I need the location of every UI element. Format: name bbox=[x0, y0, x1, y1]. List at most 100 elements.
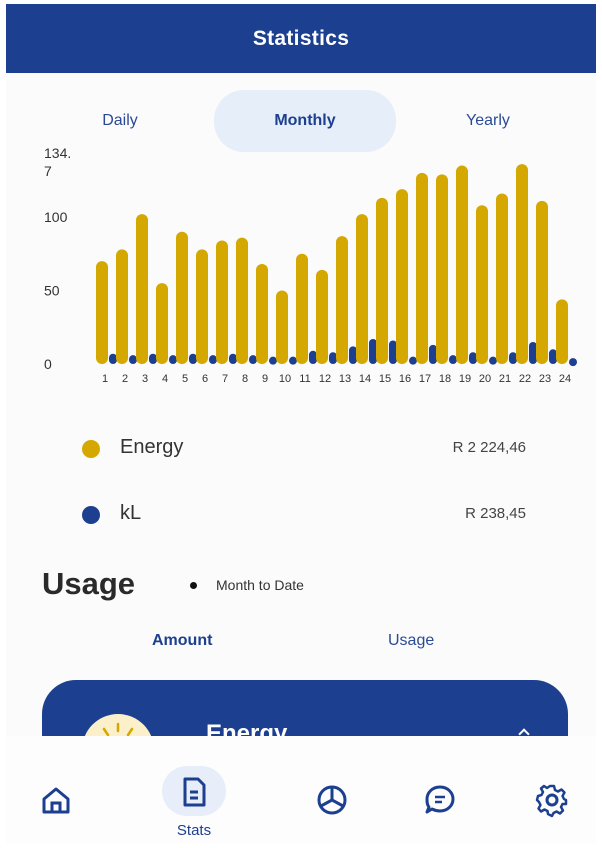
app-header: Statistics bbox=[6, 4, 596, 73]
kl-bar bbox=[149, 353, 157, 364]
x-tick-label: 8 bbox=[242, 373, 248, 385]
app-screen: Statistics Daily Monthly Yearly 0 50 100 13… bbox=[6, 4, 596, 844]
kl-bar bbox=[289, 356, 297, 365]
kl-bar bbox=[269, 356, 277, 365]
kl-bar bbox=[249, 355, 257, 364]
energy-bar bbox=[96, 261, 108, 364]
x-tick-label: 18 bbox=[439, 373, 451, 385]
period-tabs: Daily Monthly Yearly bbox=[6, 90, 596, 152]
energy-bar bbox=[336, 236, 348, 364]
kl-bar bbox=[409, 356, 417, 365]
nav-stats[interactable]: Stats bbox=[162, 736, 226, 844]
energy-bar bbox=[276, 290, 288, 364]
kl-bar bbox=[209, 355, 217, 364]
x-tick-label: 20 bbox=[479, 373, 491, 385]
x-tick-label: 16 bbox=[399, 373, 411, 385]
x-tick-label: 4 bbox=[162, 373, 168, 385]
nav-home[interactable] bbox=[26, 736, 86, 844]
kl-bar bbox=[329, 352, 337, 364]
energy-bar bbox=[256, 264, 268, 364]
gear-icon bbox=[535, 784, 568, 818]
legend-energy-label: Energy bbox=[120, 436, 184, 458]
kl-bar bbox=[109, 353, 117, 364]
kl-bar bbox=[389, 340, 397, 364]
energy-bar bbox=[136, 214, 148, 364]
usage-subtitle: Month to Date bbox=[216, 577, 304, 593]
kl-dot bbox=[82, 506, 100, 524]
energy-bar bbox=[316, 269, 328, 364]
kl-bar bbox=[349, 346, 357, 364]
energy-bar bbox=[536, 200, 548, 364]
energy-bar bbox=[376, 197, 388, 364]
chat-icon bbox=[425, 785, 455, 814]
y-tick-label: 100 bbox=[44, 209, 68, 225]
nav-analytics[interactable] bbox=[302, 736, 362, 844]
energy-bar bbox=[556, 299, 568, 364]
tab-daily[interactable]: Daily bbox=[62, 90, 178, 152]
kl-bar bbox=[509, 352, 517, 364]
energy-bar bbox=[436, 174, 448, 364]
x-tick-label: 15 bbox=[379, 373, 391, 385]
energy-bar bbox=[236, 237, 248, 364]
kl-bar bbox=[489, 356, 497, 365]
energy-dot bbox=[82, 440, 100, 458]
x-tick-label: 13 bbox=[339, 373, 351, 385]
pie-chart-icon bbox=[317, 785, 347, 815]
y-tick-label: 50 bbox=[44, 283, 60, 299]
x-tick-label: 5 bbox=[182, 373, 188, 385]
energy-bar bbox=[496, 193, 508, 364]
subtab-amount[interactable]: Amount bbox=[152, 632, 212, 650]
energy-bar bbox=[476, 205, 488, 364]
x-tick-label: 19 bbox=[459, 373, 471, 385]
x-tick-label: 10 bbox=[279, 373, 291, 385]
energy-bar bbox=[176, 231, 188, 364]
x-tick-label: 24 bbox=[559, 373, 571, 385]
tab-monthly[interactable]: Monthly bbox=[214, 90, 396, 152]
energy-bar bbox=[516, 164, 528, 364]
energy-bar bbox=[156, 283, 168, 364]
usage-heading: Usage bbox=[42, 566, 136, 601]
energy-bar bbox=[416, 172, 428, 364]
kl-bar bbox=[549, 349, 557, 364]
x-tick-label: 2 bbox=[122, 373, 128, 385]
y-tick-label: 0 bbox=[44, 356, 52, 372]
kl-bar bbox=[529, 341, 537, 364]
kl-bar bbox=[229, 353, 237, 364]
x-tick-label: 12 bbox=[319, 373, 331, 385]
x-tick-label: 1 bbox=[102, 373, 108, 385]
x-tick-label: 6 bbox=[202, 373, 208, 385]
x-tick-label: 22 bbox=[519, 373, 531, 385]
page-title: Statistics bbox=[252, 26, 350, 50]
bullet-dot bbox=[190, 582, 197, 589]
document-icon bbox=[183, 777, 206, 807]
energy-bar bbox=[396, 189, 408, 364]
x-tick-label: 23 bbox=[539, 373, 551, 385]
x-tick-label: 14 bbox=[359, 373, 371, 385]
nav-stats-label: Stats bbox=[176, 822, 212, 839]
legend-energy: Energy R 2 224,46 bbox=[6, 434, 596, 464]
kl-bar bbox=[309, 350, 317, 364]
nav-messages[interactable] bbox=[410, 736, 470, 844]
subtab-usage[interactable]: Usage bbox=[388, 632, 434, 650]
home-icon bbox=[42, 787, 70, 814]
nav-settings[interactable] bbox=[522, 736, 582, 844]
kl-bar bbox=[189, 353, 197, 364]
tab-yearly[interactable]: Yearly bbox=[426, 90, 550, 152]
legend-kl-value: R 238,45 bbox=[465, 505, 526, 522]
kl-bar bbox=[429, 344, 437, 364]
energy-bar bbox=[116, 249, 128, 364]
kl-bar bbox=[469, 352, 477, 364]
x-tick-label: 9 bbox=[262, 373, 268, 385]
energy-bar bbox=[456, 165, 468, 364]
x-tick-label: 11 bbox=[299, 373, 310, 385]
legend-energy-value: R 2 224,46 bbox=[452, 439, 526, 456]
kl-bar bbox=[449, 355, 457, 364]
bottom-nav: Stats bbox=[6, 736, 596, 844]
x-tick-label: 21 bbox=[499, 373, 511, 385]
kl-bar bbox=[129, 355, 137, 364]
legend-kl-label: kL bbox=[120, 502, 142, 524]
energy-bar bbox=[296, 253, 308, 364]
legend-kl: kL R 238,45 bbox=[6, 500, 596, 530]
x-tick-label: 7 bbox=[222, 373, 228, 385]
kl-bar bbox=[569, 358, 577, 367]
